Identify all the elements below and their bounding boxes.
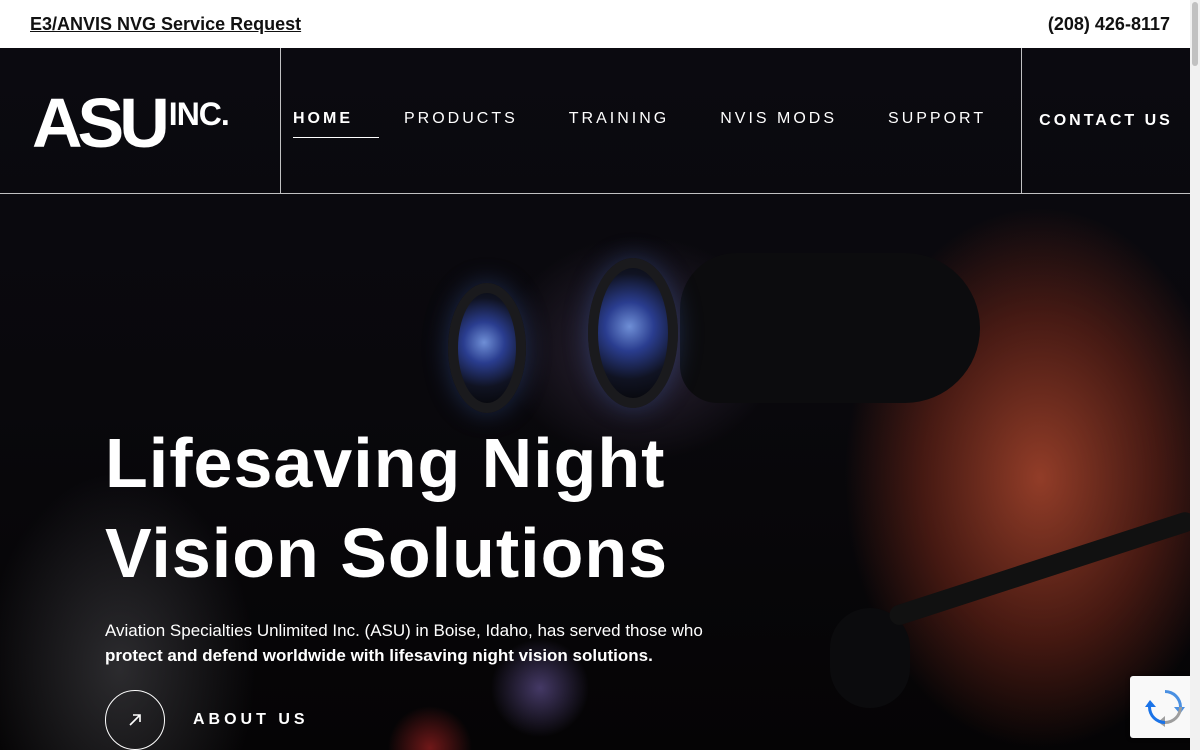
hero-subtext: Aviation Specialties Unlimited Inc. (ASU…	[105, 618, 825, 668]
contact-us-button[interactable]: CONTACT US	[1021, 48, 1190, 193]
microphone-boom	[886, 509, 1190, 628]
nav-item-home[interactable]: HOME	[293, 110, 379, 138]
logo-main: ASU	[32, 84, 170, 162]
goggle-lens-left	[448, 283, 526, 413]
site-header: ASU INC. HOME PRODUCTS TRAINING NVIS MOD…	[0, 48, 1190, 194]
goggle-lens-right	[588, 258, 678, 408]
nav-item-training[interactable]: TRAINING	[569, 110, 669, 132]
hero-headline-line2: Vision Solutions	[105, 514, 669, 592]
main-nav: HOME PRODUCTS TRAINING NVIS MODS SUPPORT	[293, 48, 1037, 193]
nav-item-nvis-mods[interactable]: NVIS MODS	[720, 110, 837, 132]
about-us-button[interactable]: ABOUT US	[105, 690, 309, 750]
arrow-up-right-icon	[105, 690, 165, 750]
logo-suffix: INC.	[168, 96, 230, 132]
contact-us-label: CONTACT US	[1039, 111, 1173, 129]
site-logo[interactable]: ASU INC.	[32, 84, 230, 162]
hero-subtext-regular: Aviation Specialties Unlimited Inc. (ASU…	[105, 621, 703, 640]
service-request-link[interactable]: E3/ANVIS NVG Service Request	[30, 14, 301, 35]
scrollbar-thumb[interactable]	[1192, 2, 1198, 66]
nav-item-products[interactable]: PRODUCTS	[404, 110, 518, 132]
hero-headline-line1: Lifesaving Night	[105, 424, 666, 502]
about-us-label: ABOUT US	[193, 711, 309, 728]
recaptcha-icon	[1145, 690, 1185, 727]
hero-subtext-bold: protect and defend worldwide with lifesa…	[105, 646, 653, 665]
hero-headline: Lifesaving Night Vision Solutions	[105, 418, 805, 598]
nav-item-support[interactable]: SUPPORT	[888, 110, 986, 132]
logo-cell: ASU INC.	[0, 48, 281, 193]
phone-link[interactable]: (208) 426-8117	[1048, 14, 1170, 35]
page-scrollbar[interactable]	[1190, 0, 1200, 750]
top-utility-bar: E3/ANVIS NVG Service Request (208) 426-8…	[0, 0, 1190, 48]
goggle-body	[680, 253, 980, 403]
